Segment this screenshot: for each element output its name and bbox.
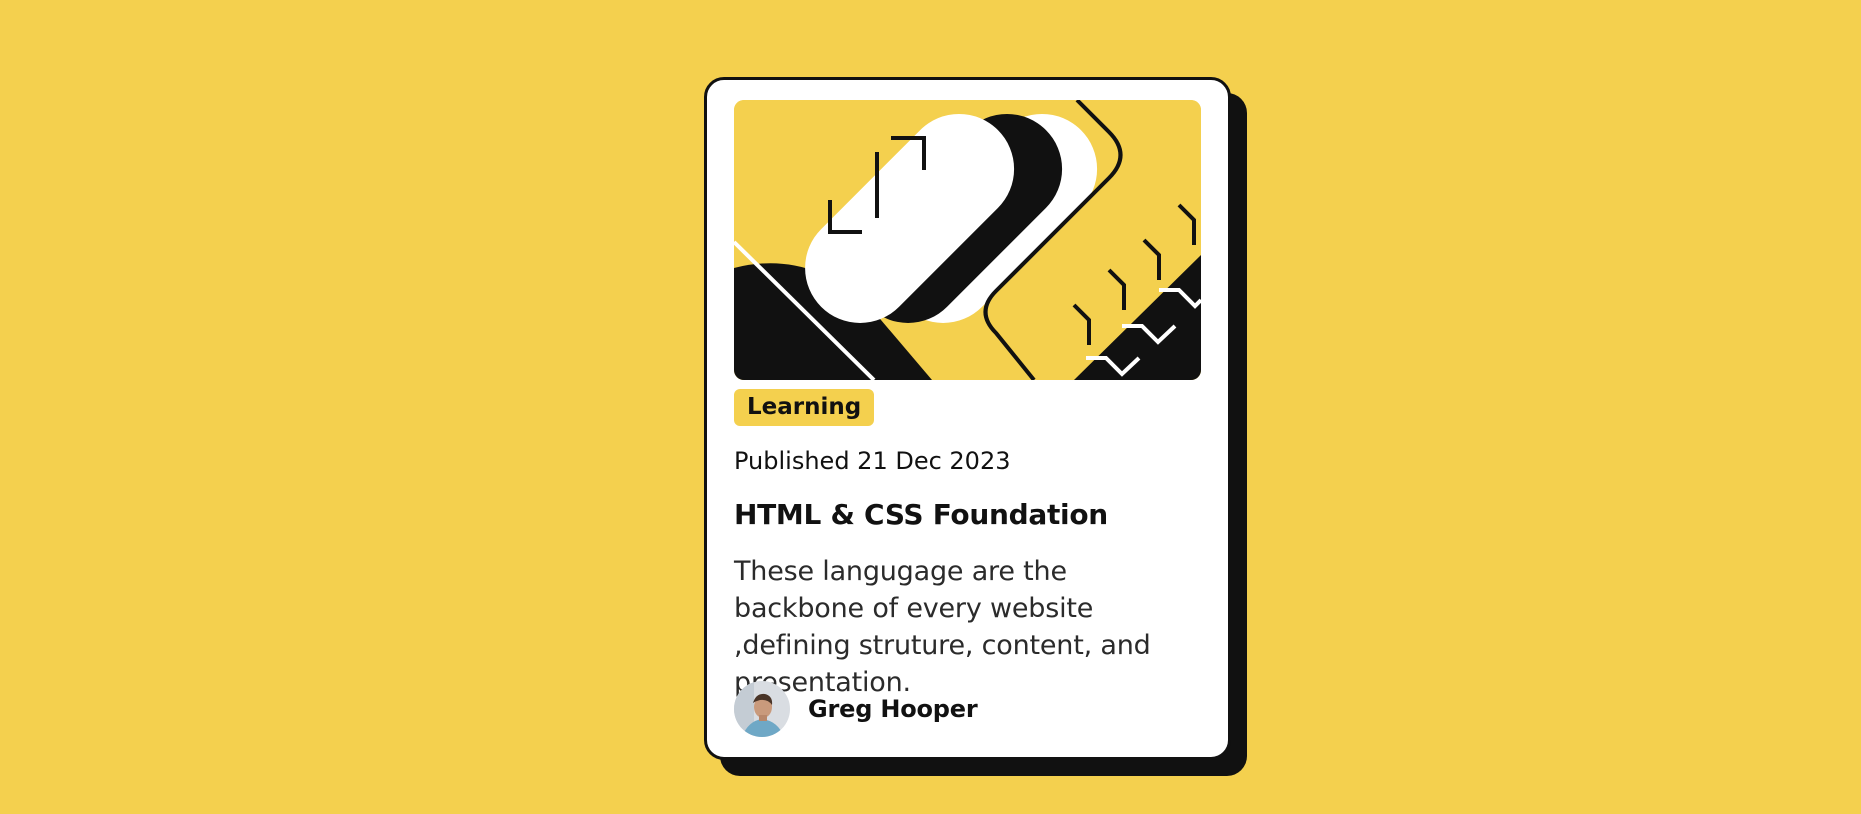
- author-avatar: [734, 681, 790, 737]
- code-illustration-icon: [734, 100, 1201, 380]
- code-illustration-image: [734, 100, 1201, 380]
- person-avatar-icon: [734, 681, 790, 737]
- card-description: These langugage are the backbone of ever…: [734, 556, 1151, 698]
- card-title[interactable]: HTML & CSS Foundation: [734, 499, 1201, 531]
- author-name: Greg Hooper: [808, 695, 978, 723]
- author-info: Greg Hooper: [734, 681, 978, 737]
- published-date: Published 21 Dec 2023: [734, 447, 1011, 475]
- blog-preview-card: Learning Published 21 Dec 2023 HTML & CS…: [704, 77, 1231, 760]
- category-tag: Learning: [734, 389, 875, 426]
